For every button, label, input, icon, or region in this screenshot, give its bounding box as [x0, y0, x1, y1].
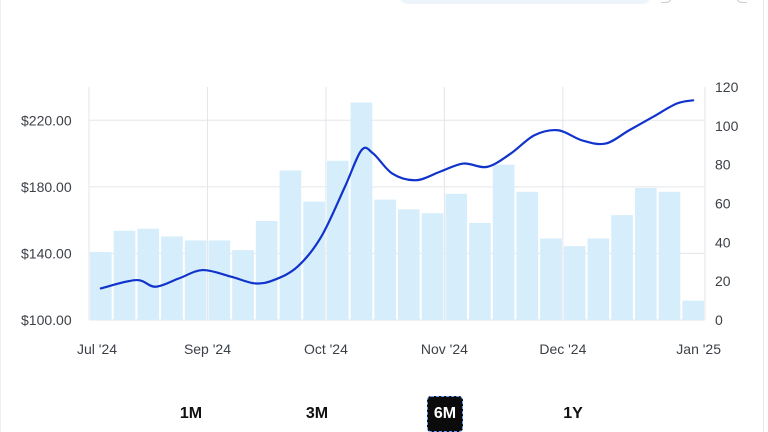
volume-bar — [279, 170, 302, 320]
volume-bar — [540, 238, 562, 320]
right-axis-tick-label: 0 — [715, 312, 723, 328]
volume-bar — [492, 164, 515, 320]
right-axis-tick-label: 40 — [715, 234, 731, 250]
left-axis-tick-label: $220.00 — [21, 112, 72, 128]
volume-bar — [611, 215, 633, 320]
volume-bar — [634, 187, 657, 320]
x-axis-tick-label: Oct '24 — [304, 341, 348, 357]
x-axis-tick-label: Nov '24 — [421, 341, 468, 357]
volume-bar — [516, 191, 539, 320]
x-axis-tick-label: Dec '24 — [539, 341, 586, 357]
volume-bar — [398, 209, 420, 320]
volume-bar — [208, 240, 231, 320]
range-6m-button[interactable]: 6M — [427, 396, 463, 432]
left-axis-tick-label: $180.00 — [21, 179, 72, 195]
range-1y-button[interactable]: 1Y — [555, 396, 591, 432]
right-axis-tick-label: 120 — [715, 79, 739, 95]
range-3m-button[interactable]: 3M — [299, 396, 335, 432]
volume-bar — [255, 220, 278, 320]
volume-bar — [374, 199, 396, 320]
x-axis-tick-label: Sep '24 — [184, 341, 231, 357]
right-axis-tick-label: 20 — [715, 273, 731, 289]
x-axis-tick-label: Jul '24 — [77, 341, 117, 357]
volume-bar — [350, 102, 373, 321]
left-axis-tick-label: $140.00 — [21, 245, 72, 261]
x-axis-tick-label: Jan '25 — [676, 341, 721, 357]
chart-card: $100.00 $140.00 $180.00 $220.00 0 20 40 60 80 100… — [0, 0, 764, 432]
right-axis-tick-label: 100 — [715, 118, 739, 134]
right-axis-tick-label: 80 — [715, 157, 731, 173]
volume-bar — [682, 300, 704, 320]
price-volume-chart: $100.00 $140.00 $180.00 $220.00 0 20 40 60 80 100… — [21, 79, 739, 357]
volume-bar — [563, 246, 586, 320]
volume-bars — [90, 102, 704, 321]
range-1m-button[interactable]: 1M — [173, 396, 209, 432]
volume-bar — [469, 222, 491, 320]
range-selector: 1M 3M 6M 1Y — [1, 392, 765, 432]
volume-bar — [658, 191, 681, 320]
left-axis-tick-label: $100.00 — [21, 312, 72, 328]
volume-bar — [232, 250, 254, 320]
volume-bar — [184, 240, 207, 320]
volume-bar — [137, 228, 160, 320]
volume-bar — [303, 201, 325, 320]
right-axis-tick-label: 60 — [715, 196, 731, 212]
volume-bar — [421, 213, 444, 320]
volume-bar — [587, 238, 610, 320]
volume-bar — [445, 193, 468, 320]
volume-bar — [113, 230, 136, 320]
